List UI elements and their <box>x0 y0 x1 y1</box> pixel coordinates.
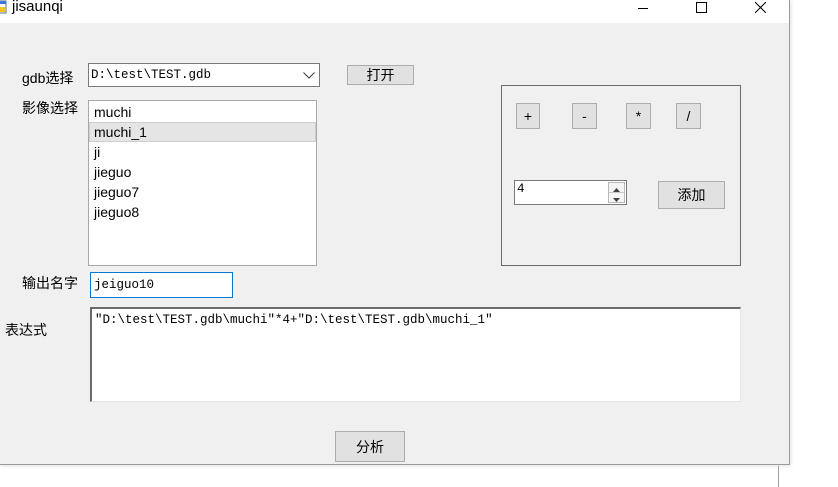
image-list-item[interactable]: muchi_1 <box>89 122 316 142</box>
gdb-label: gdb选择 <box>22 70 74 86</box>
add-button[interactable]: 添加 <box>658 181 725 209</box>
spin-down-button[interactable] <box>609 193 624 202</box>
minus-button[interactable]: - <box>572 103 597 129</box>
gdb-path-value: D:\test\TEST.gdb <box>91 68 212 82</box>
app-window: jisaunqi gdb选择 D:\test\TEST.gdb 打开 影像选择 … <box>0 0 790 465</box>
image-list-item[interactable]: jieguo <box>89 162 316 182</box>
image-listbox[interactable]: muchi muchi_1 ji jieguo jieguo7 jieguo8 <box>88 100 317 266</box>
expression-textarea[interactable]: "D:\test\TEST.gdb\muchi"*4+"D:\test\TEST… <box>90 307 741 402</box>
background-window-edge <box>778 466 779 487</box>
gdb-path-combobox[interactable]: D:\test\TEST.gdb <box>88 63 320 87</box>
maximize-icon <box>695 2 707 13</box>
output-name-input[interactable]: jeiguo10 <box>90 272 233 298</box>
app-icon <box>0 0 7 15</box>
spin-down-icon <box>613 189 620 207</box>
maximize-button[interactable] <box>678 0 724 23</box>
number-spinner <box>608 182 625 203</box>
close-button[interactable] <box>737 0 783 23</box>
multiply-button[interactable]: * <box>626 103 651 129</box>
operator-panel: + - * / 4 添加 <box>501 85 741 266</box>
expression-label: 表达式 <box>5 322 47 338</box>
analyze-button[interactable]: 分析 <box>335 431 405 462</box>
image-list-item[interactable]: jieguo8 <box>89 202 316 222</box>
open-button[interactable]: 打开 <box>347 65 414 85</box>
image-list-item[interactable]: muchi <box>89 102 316 122</box>
divide-button[interactable]: / <box>676 103 701 129</box>
minimize-button[interactable] <box>620 0 666 23</box>
minimize-icon <box>638 3 648 13</box>
plus-button[interactable]: + <box>516 103 540 129</box>
close-icon <box>754 2 766 13</box>
number-input[interactable]: 4 <box>514 180 627 205</box>
chevron-down-icon[interactable] <box>303 72 315 79</box>
title-bar: jisaunqi <box>0 0 789 23</box>
image-list-item[interactable]: jieguo7 <box>89 182 316 202</box>
window-title: jisaunqi <box>12 0 63 15</box>
image-list-item[interactable]: ji <box>89 142 316 162</box>
output-name-value: jeiguo10 <box>94 278 155 292</box>
image-label: 影像选择 <box>22 100 78 116</box>
output-name-label: 输出名字 <box>22 275 78 291</box>
number-value: 4 <box>517 182 525 196</box>
